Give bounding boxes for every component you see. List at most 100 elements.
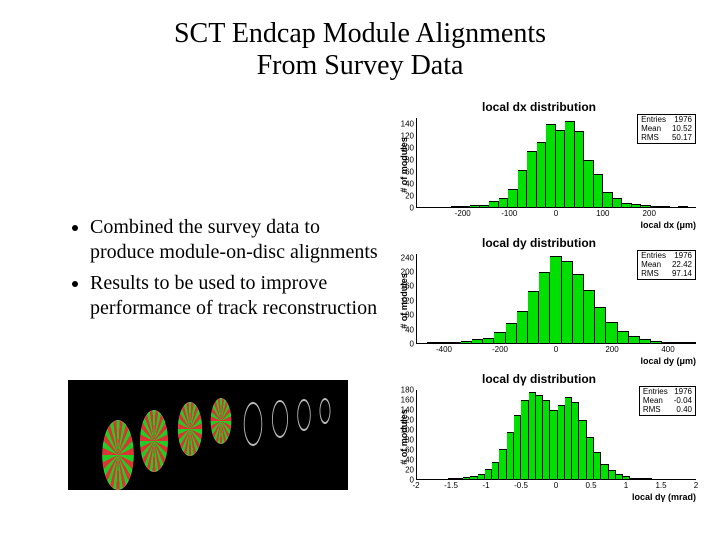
histogram-bar [508,189,518,207]
y-ticks: 04080120160200240 [396,254,414,344]
histogram-bar [448,478,455,479]
y-tick-label: 0 [410,204,414,213]
histogram-bar [623,476,630,479]
histogram-bar [595,307,606,343]
histogram-bar [573,274,584,343]
detector-disc-icon [177,399,204,458]
detector-ring-icon [244,402,262,446]
detector-ring-icon [297,399,310,431]
stats-box: Entries1976Mean22.42RMS97.14 [637,250,696,280]
histogram-bar [660,206,670,207]
histogram-bar [480,205,490,207]
histogram-bar [584,160,594,207]
histogram-bar [674,342,685,343]
histogram-bar [606,322,617,343]
x-tick-label: 2 [694,481,698,490]
histogram-bar [550,410,557,479]
histogram-chart: local dy distributionEntries1976Mean22.4… [374,236,704,366]
histogram-bar [632,204,642,207]
x-tick-label: -1.5 [444,481,458,490]
histogram-chart: local dγ distributionEntries1976Mean-0.0… [374,372,704,502]
detector-ring-icon [272,400,288,438]
y-tick-label: 240 [401,253,414,262]
histogram-bar [565,397,572,479]
histogram-bar [451,206,461,207]
histogram-bar [478,474,485,479]
y-tick-label: 140 [401,405,414,414]
x-tick-label: -200 [455,209,471,218]
x-tick-label: 0.5 [585,481,596,490]
histogram-bar [539,272,550,343]
x-ticks: -2-1.5-1-0.500.511.52 [416,481,696,492]
bullet-list: Combined the survey data to produce modu… [70,215,380,327]
histogram-bar [587,437,594,479]
y-tick-label: 60 [405,446,414,455]
histogram-bar [461,206,471,207]
y-tick-label: 20 [405,466,414,475]
bullet-item: Results to be used to improve performanc… [90,271,380,321]
histogram-bar [470,476,477,479]
histogram-bar [562,261,573,343]
detector-render [68,380,348,490]
histogram-bar [528,291,539,343]
y-tick-label: 100 [401,425,414,434]
histogram-bar [629,336,640,343]
histogram-bar [472,339,483,343]
histogram-bar [662,342,673,343]
histogram-bar [499,198,509,207]
y-tick-label: 20 [405,192,414,201]
x-tick-label: 200 [643,209,656,218]
histogram-bar [463,477,470,479]
histogram-bar [438,342,449,343]
x-ticks: -200-1000100200 [416,209,696,220]
y-tick-label: 80 [405,156,414,165]
histogram-bar [575,131,585,207]
histogram-bar [638,478,645,479]
chart-title: local dy distribution [374,236,704,250]
histogram-bar [651,206,661,207]
charts-column: local dx distributionEntries1976Mean10.5… [374,100,704,502]
histogram-bar [685,342,696,343]
histogram-bar [645,478,652,479]
detector-disc-icon [101,417,136,490]
stats-box: Entries1976Mean10.52RMS50.17 [637,114,696,144]
y-tick-label: 80 [405,311,414,320]
histogram-bar [584,290,595,343]
x-tick-label: 100 [596,209,609,218]
y-tick-label: 160 [401,396,414,405]
y-tick-label: 60 [405,168,414,177]
y-tick-label: 120 [401,296,414,305]
x-axis-label: local dγ (mrad) [632,492,696,502]
y-tick-label: 40 [405,179,414,188]
slide-title: SCT Endcap Module Alignments From Survey… [0,18,720,82]
histogram-bar [616,474,623,479]
histogram-bar [494,332,505,343]
chart-title: local dx distribution [374,100,704,114]
histogram-bar [506,323,517,343]
x-tick-label: -100 [501,209,517,218]
y-tick-label: 180 [401,386,414,395]
histogram-bar [565,121,575,207]
histogram-bar [450,342,461,343]
histogram-chart: local dx distributionEntries1976Mean10.5… [374,100,704,230]
histogram-bar [489,201,499,207]
histogram-bar [537,142,547,207]
chart-title: local dγ distribution [374,372,704,386]
detector-ring-icon [320,398,331,424]
y-tick-label: 120 [401,415,414,424]
detector-disc-icon [139,407,170,475]
histogram-bar [550,256,561,343]
histogram-bar [622,203,632,207]
histogram-bar [601,464,608,479]
histogram-bar [529,392,536,479]
slide: SCT Endcap Module Alignments From Survey… [0,0,720,540]
histogram-bar [556,130,566,207]
histogram-bar [485,469,492,479]
y-tick-label: 80 [405,436,414,445]
x-tick-label: 0 [554,481,558,490]
histogram-bar [483,338,494,343]
histogram-bar [518,170,528,207]
histogram-bar [572,402,579,479]
histogram-bar [579,420,586,479]
histogram-bar [527,151,537,207]
